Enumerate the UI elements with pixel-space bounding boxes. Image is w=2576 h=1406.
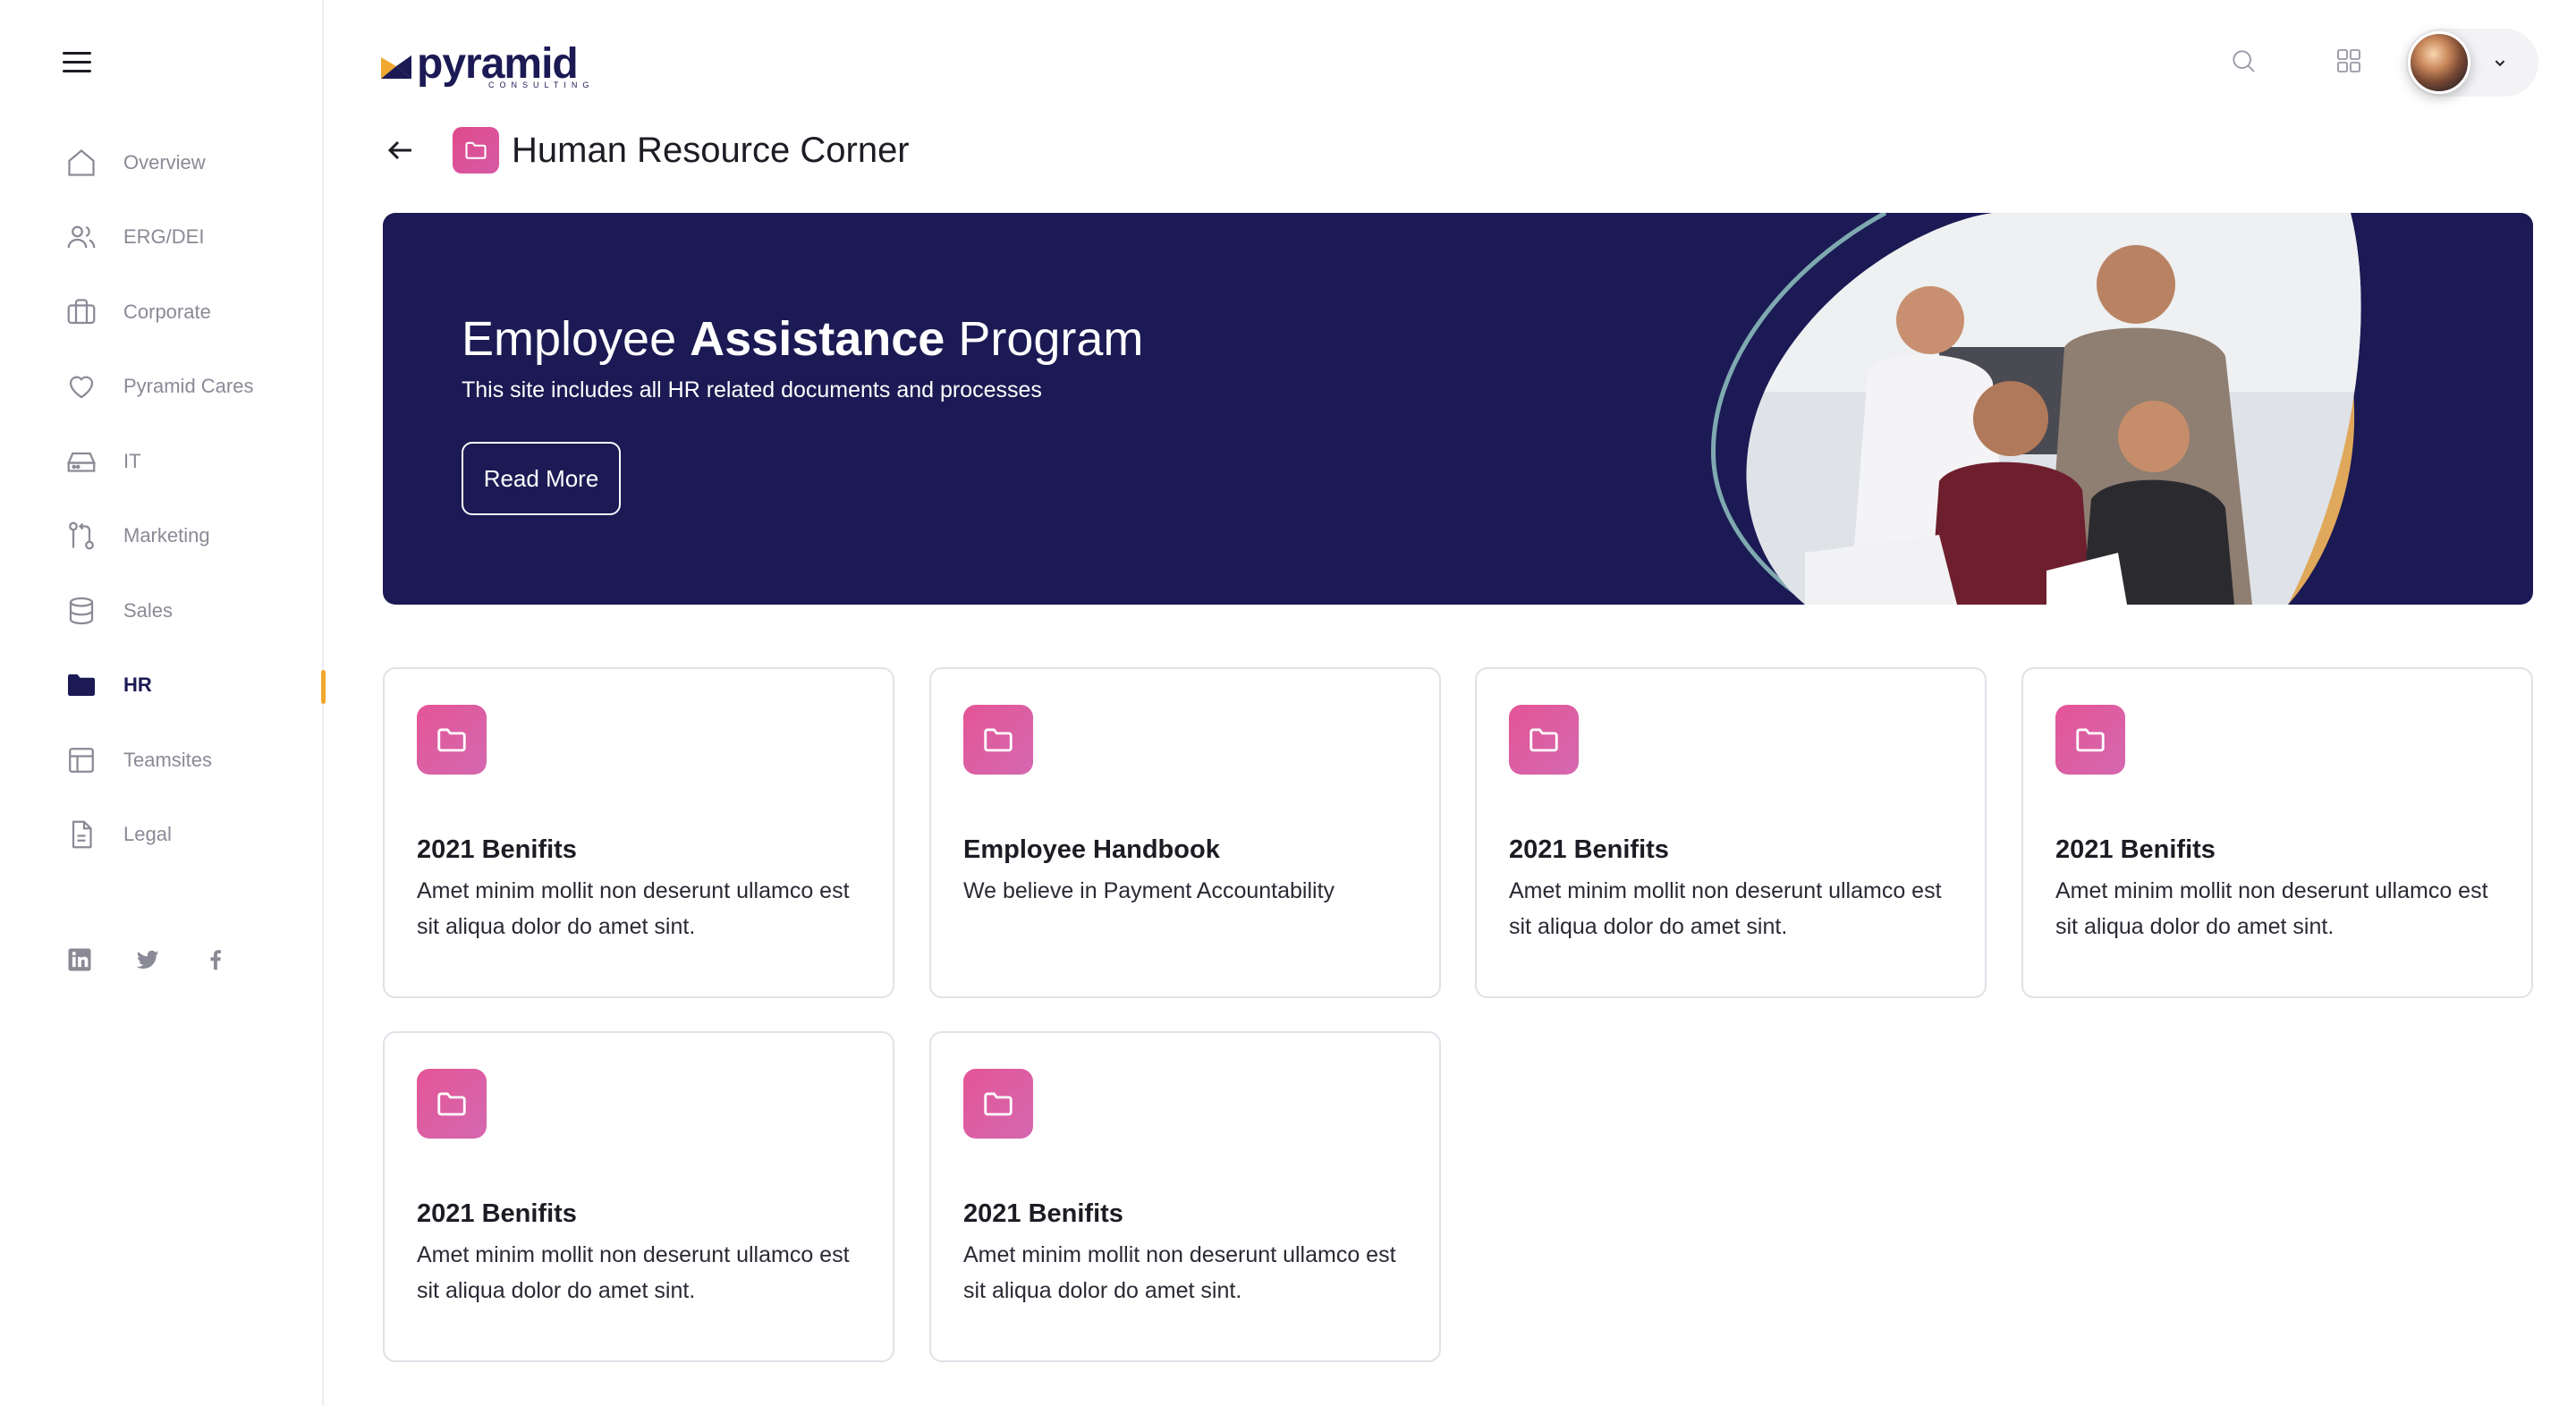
banner-title: Employee Assistance Program [462, 312, 1144, 366]
card-description: We believe in Payment Accountability [963, 878, 1335, 903]
chevron-down-icon[interactable] [2490, 53, 2510, 72]
card-2021-benifits[interactable]: 2021 Benifits Amet minim mollit non dese… [1475, 667, 1987, 998]
sidebar-item-label: Teamsites [123, 748, 213, 771]
back-arrow-icon[interactable] [383, 134, 419, 166]
card-description: Amet minim mollit non deserunt ullamco e… [2055, 878, 2488, 939]
home-icon [64, 146, 98, 180]
hero-banner: Employee Assistance Program This site in… [383, 213, 2533, 605]
sidebar-nav: Overview ERG/DEI Corporate Pyramid Cares… [0, 125, 326, 873]
active-indicator [321, 669, 326, 704]
folder-icon [417, 1069, 487, 1139]
folder-icon [1509, 705, 1579, 775]
logo-word: pyramid [417, 40, 579, 88]
read-more-button[interactable]: Read More [462, 442, 621, 515]
menu-icon[interactable] [63, 52, 91, 75]
sidebar-item-teamsites[interactable]: Teamsites [0, 723, 324, 798]
hard-drive-icon [64, 445, 98, 479]
sidebar-item-hr[interactable]: HR [0, 648, 326, 724]
facebook-icon[interactable] [200, 944, 231, 975]
sidebar-item-label: Legal [123, 823, 172, 846]
users-icon [64, 220, 98, 254]
card-description: Amet minim mollit non deserunt ullamco e… [963, 1242, 1396, 1303]
page-title: Human Resource Corner [512, 131, 910, 170]
sidebar-item-label: Marketing [123, 524, 210, 547]
sidebar-item-it[interactable]: IT [0, 424, 324, 499]
social-links [64, 944, 231, 975]
card-title: Employee Handbook [963, 835, 1220, 864]
sidebar: Overview ERG/DEI Corporate Pyramid Cares… [0, 0, 326, 1406]
sidebar-item-corporate[interactable]: Corporate [0, 275, 324, 350]
card-2021-benifits[interactable]: 2021 Benifits Amet minim mollit non dese… [929, 1031, 1441, 1362]
card-title: 2021 Benifits [1509, 835, 1669, 864]
database-icon [64, 594, 98, 628]
sidebar-item-label: IT [123, 449, 141, 472]
card-2021-benifits[interactable]: 2021 Benifits Amet minim mollit non dese… [2021, 667, 2533, 998]
sidebar-item-label: HR [123, 673, 152, 697]
sidebar-item-marketing[interactable]: Marketing [0, 499, 324, 574]
folder-icon [963, 705, 1033, 775]
profile-menu[interactable] [2406, 29, 2538, 97]
pyramid-logo-icon [381, 55, 411, 79]
folder-icon [64, 668, 98, 702]
file-icon [64, 817, 98, 851]
layout-icon [64, 743, 98, 777]
avatar[interactable] [2408, 31, 2470, 94]
pyramid-logo[interactable]: pyramid CONSULTING [381, 39, 589, 90]
folder-icon [453, 127, 499, 174]
card-description: Amet minim mollit non deserunt ullamco e… [417, 878, 850, 939]
team-photo-image [1711, 213, 2361, 605]
sidebar-item-label: ERG/DEI [123, 225, 205, 249]
card-description: Amet minim mollit non deserunt ullamco e… [1509, 878, 1942, 939]
sidebar-item-sales[interactable]: Sales [0, 573, 324, 648]
card-title: 2021 Benifits [417, 1199, 577, 1228]
banner-subtitle: This site includes all HR related docume… [462, 377, 1042, 402]
briefcase-icon [64, 295, 98, 329]
sidebar-item-erg-dei[interactable]: ERG/DEI [0, 200, 324, 275]
twitter-icon[interactable] [132, 944, 163, 975]
card-title: 2021 Benifits [417, 835, 577, 864]
heart-icon [64, 369, 98, 403]
sidebar-item-legal[interactable]: Legal [0, 798, 324, 873]
card-2021-benifits[interactable]: 2021 Benifits Amet minim mollit non dese… [383, 1031, 894, 1362]
search-icon[interactable] [2227, 45, 2259, 77]
logo-subtitle: CONSULTING [488, 80, 595, 89]
git-pull-icon [64, 519, 98, 553]
folder-icon [963, 1069, 1033, 1139]
card-title: 2021 Benifits [963, 1199, 1123, 1228]
apps-grid-icon[interactable] [2333, 45, 2365, 77]
folder-icon [417, 705, 487, 775]
logo-text: pyramid CONSULTING [417, 40, 589, 90]
sidebar-item-overview[interactable]: Overview [0, 125, 324, 200]
sidebar-item-label: Sales [123, 598, 174, 622]
card-2021-benifits[interactable]: 2021 Benifits Amet minim mollit non dese… [383, 667, 894, 998]
card-description: Amet minim mollit non deserunt ullamco e… [417, 1242, 850, 1303]
card-title: 2021 Benifits [2055, 835, 2216, 864]
card-employee-handbook[interactable]: Employee Handbook We believe in Payment … [929, 667, 1441, 998]
sidebar-item-pyramid-cares[interactable]: Pyramid Cares [0, 350, 324, 425]
folder-icon [2055, 705, 2125, 775]
linkedin-icon[interactable] [64, 944, 95, 975]
sidebar-item-label: Corporate [123, 300, 211, 323]
sidebar-item-label: Overview [123, 150, 206, 174]
sidebar-item-label: Pyramid Cares [123, 375, 254, 398]
